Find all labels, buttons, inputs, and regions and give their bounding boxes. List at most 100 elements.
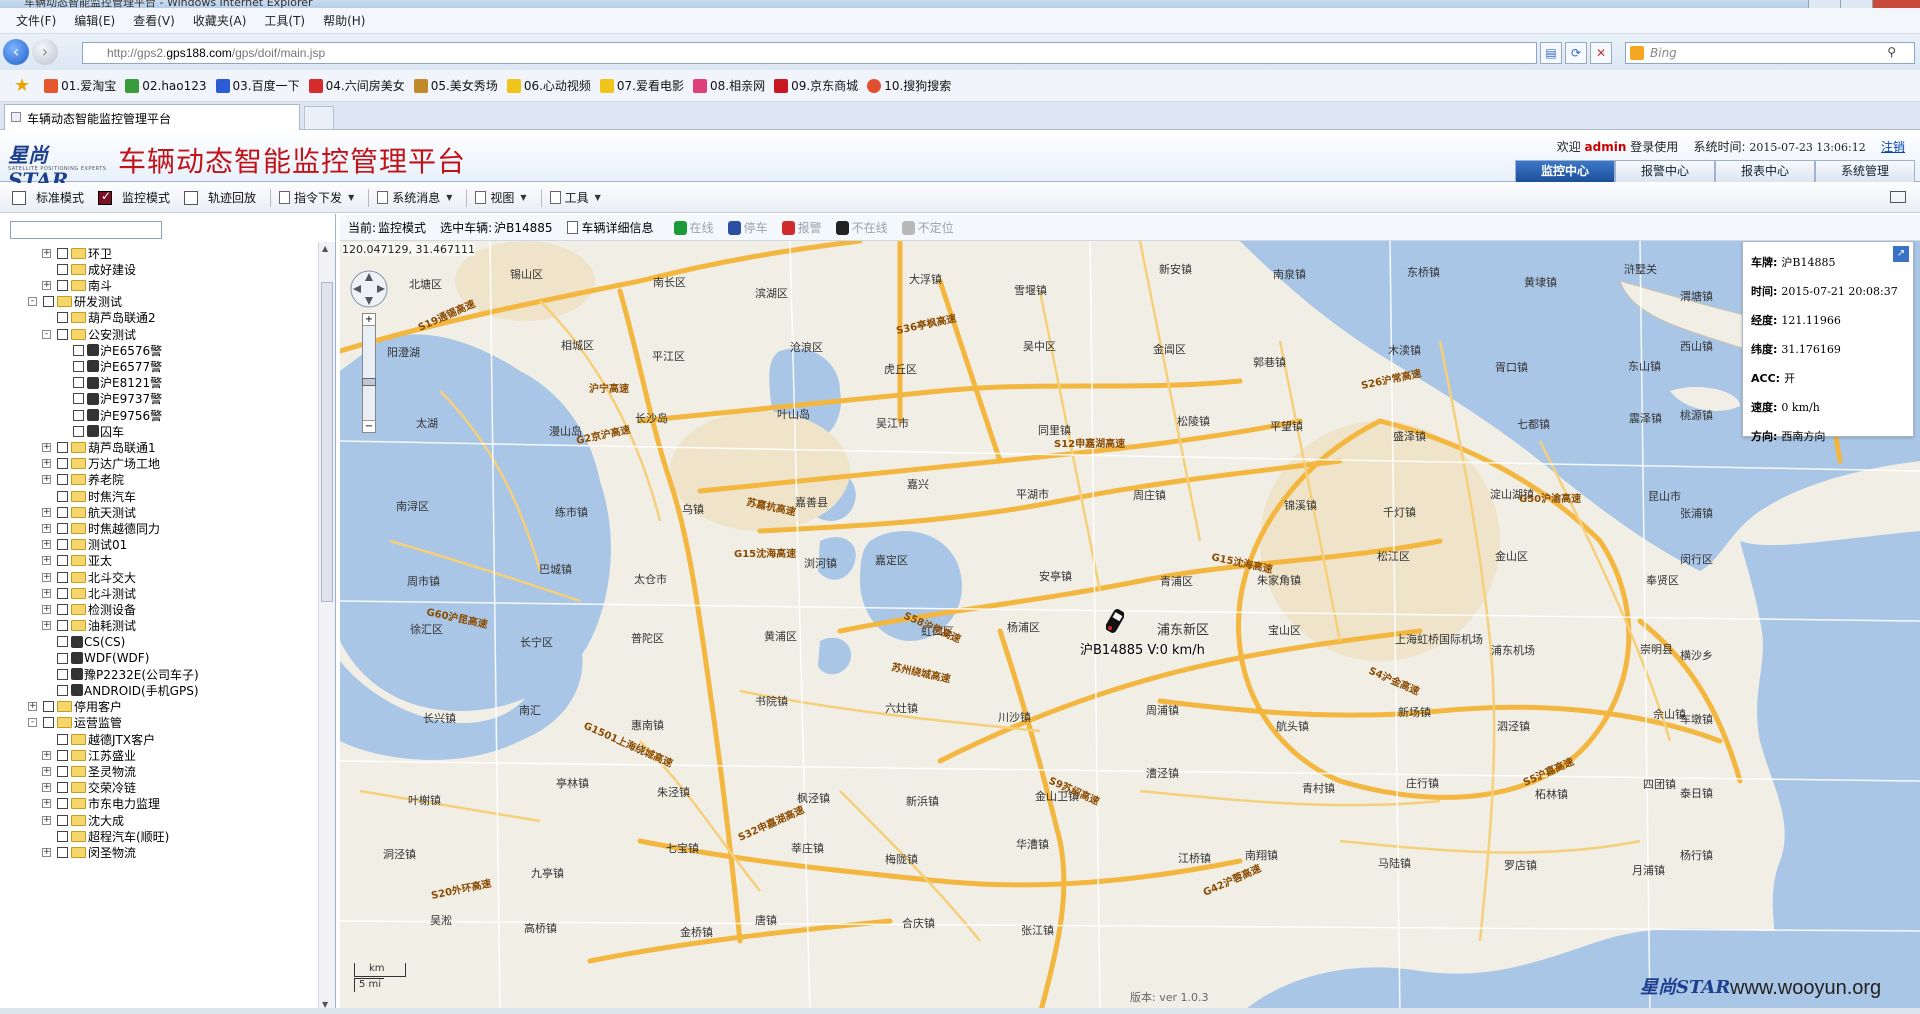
tree-checkbox[interactable] <box>57 749 68 761</box>
zoom-out-icon[interactable]: − <box>363 420 375 432</box>
tree-checkbox[interactable] <box>57 571 68 583</box>
monitor-mode-checkbox[interactable] <box>98 189 113 205</box>
tree-checkbox[interactable] <box>57 814 68 826</box>
map-pan-control[interactable] <box>348 269 390 309</box>
map-zoom-slider[interactable]: + − <box>362 313 376 433</box>
search-input[interactable]: Bing ⚲ <box>1625 42 1915 64</box>
tree-checkbox[interactable] <box>57 328 68 340</box>
favorite-item-hao123[interactable]: 02.hao123 <box>125 78 207 93</box>
tree-checkbox[interactable] <box>57 555 68 567</box>
menu-system-messages[interactable]: 系统消息 ▼ <box>377 189 452 206</box>
stop-icon[interactable]: ✕ <box>1590 42 1612 64</box>
tab-system-admin[interactable]: 系统管理 <box>1815 160 1915 182</box>
tab-report-center[interactable]: 报表中心 <box>1715 160 1815 182</box>
expand-plus-icon[interactable]: + <box>42 507 51 517</box>
close-window-button[interactable] <box>1872 0 1920 8</box>
tree-checkbox[interactable] <box>57 587 68 599</box>
favorite-item-xindong[interactable]: 06.心动视频 <box>506 77 591 94</box>
tree-checkbox[interactable] <box>43 717 54 729</box>
tree-search-input[interactable] <box>10 221 162 239</box>
tree-checkbox[interactable] <box>57 247 68 259</box>
tree-checkbox[interactable] <box>57 652 68 664</box>
expand-plus-icon[interactable]: + <box>42 459 51 469</box>
favorites-star-icon[interactable]: ★ <box>14 75 30 96</box>
tree-checkbox[interactable] <box>57 458 68 470</box>
mode-standard[interactable]: 标准模式 <box>12 189 84 206</box>
mode-track-playback[interactable]: 轨迹回放 <box>184 189 256 206</box>
expand-plus-icon[interactable]: + <box>42 750 51 760</box>
menu-file[interactable]: 文件(F) <box>16 12 56 29</box>
track-playback-checkbox[interactable] <box>184 190 199 205</box>
tree-checkbox[interactable] <box>43 701 54 713</box>
zoom-slider-knob[interactable] <box>362 378 376 386</box>
menu-tools[interactable]: 工具(T) <box>264 12 305 29</box>
tree-checkbox[interactable] <box>57 506 68 518</box>
expand-icon[interactable]: ↗ <box>1893 246 1909 262</box>
menu-help[interactable]: 帮助(H) <box>323 12 365 29</box>
expand-plus-icon[interactable]: + <box>42 621 51 631</box>
search-icon[interactable]: ⚲ <box>1887 45 1896 59</box>
expand-plus-icon[interactable]: + <box>42 799 51 809</box>
collapse-panel-icon[interactable] <box>1890 191 1906 203</box>
tree-checkbox[interactable] <box>57 636 68 648</box>
tree-checkbox[interactable] <box>57 312 68 324</box>
expand-plus-icon[interactable]: + <box>42 604 51 614</box>
expand-plus-icon[interactable]: + <box>42 572 51 582</box>
tree-checkbox[interactable] <box>57 490 68 502</box>
tree-checkbox[interactable] <box>57 684 68 696</box>
map-view[interactable]: 北塘区 锡山区 南长区 滨湖区 大浮镇 雪堰镇 新安镇 南泉镇 东桥镇 黄埭镇 浒墅关 渭塘镇 阳澄湖 相… <box>340 241 1920 1014</box>
refresh-icon[interactable]: ⟳ <box>1565 42 1587 64</box>
collapse-minus-icon[interactable]: - <box>42 329 51 339</box>
expand-plus-icon[interactable]: + <box>42 766 51 776</box>
tree-group-item[interactable]: + 闵圣物流 <box>42 843 136 861</box>
favorite-item-taobao[interactable]: 01.爱淘宝 <box>44 77 116 94</box>
tree-checkbox[interactable] <box>43 296 54 308</box>
tree-checkbox[interactable] <box>73 360 84 372</box>
tab-monitor-center[interactable]: 监控中心 <box>1515 160 1615 182</box>
expand-plus-icon[interactable]: + <box>42 556 51 566</box>
scroll-up-icon[interactable]: ▲ <box>322 244 328 253</box>
collapse-minus-icon[interactable]: - <box>28 297 37 307</box>
favorite-item-xiangqin[interactable]: 08.相亲网 <box>693 77 765 94</box>
menu-send-command[interactable]: 指令下发 ▼ <box>279 189 354 206</box>
vehicle-marker-icon[interactable] <box>1106 608 1124 634</box>
tree-checkbox[interactable] <box>57 603 68 615</box>
favorite-item-xiuchang[interactable]: 05.美女秀场 <box>413 77 498 94</box>
map-canvas[interactable]: 北塘区 锡山区南长区滨湖区 大浮镇雪堰镇 新安镇 南泉镇 东桥镇黄埭镇 浒墅关渭塘镇阳澄湖 相… <box>340 241 1920 1014</box>
tree-checkbox[interactable] <box>57 846 68 858</box>
expand-plus-icon[interactable]: + <box>42 540 51 550</box>
tree-checkbox[interactable] <box>57 263 68 275</box>
menu-tools-app[interactable]: 工具 ▼ <box>549 189 601 206</box>
back-button[interactable]: ‹ <box>3 39 29 65</box>
expand-plus-icon[interactable]: + <box>42 783 51 793</box>
tree-checkbox[interactable] <box>73 393 84 405</box>
menu-view[interactable]: 视图 ▼ <box>475 189 527 206</box>
forward-button[interactable]: › <box>32 39 58 65</box>
tree-checkbox[interactable] <box>57 522 68 534</box>
tree-checkbox[interactable] <box>57 441 68 453</box>
expand-plus-icon[interactable]: + <box>42 815 51 825</box>
tree-checkbox[interactable] <box>57 798 68 810</box>
tree-checkbox[interactable] <box>73 377 84 389</box>
menu-edit[interactable]: 编辑(E) <box>74 12 115 29</box>
tree-checkbox[interactable] <box>57 620 68 632</box>
favorite-item-jd[interactable]: 09.京东商城 <box>774 77 858 94</box>
collapse-minus-icon[interactable]: - <box>28 718 37 728</box>
url-input[interactable]: http://gps2.gps188.com/gps/doif/main.jsp <box>82 42 1537 64</box>
standard-mode-checkbox[interactable] <box>12 190 26 205</box>
tree-checkbox[interactable] <box>57 539 68 551</box>
expand-plus-icon[interactable]: + <box>42 280 51 290</box>
tree-checkbox[interactable] <box>57 279 68 291</box>
compat-view-icon[interactable]: ▤ <box>1540 42 1562 64</box>
logout-link[interactable]: 注销 <box>1881 140 1905 154</box>
tree-checkbox[interactable] <box>57 830 68 842</box>
tree-checkbox[interactable] <box>73 425 84 437</box>
menu-favorites[interactable]: 收藏夹(A) <box>193 12 247 29</box>
expand-plus-icon[interactable]: + <box>28 702 37 712</box>
expand-plus-icon[interactable]: + <box>42 475 51 485</box>
expand-plus-icon[interactable]: + <box>42 523 51 533</box>
tree-checkbox[interactable] <box>57 765 68 777</box>
maximize-button[interactable] <box>1840 0 1872 8</box>
expand-plus-icon[interactable]: + <box>42 588 51 598</box>
expand-plus-icon[interactable]: + <box>42 847 51 857</box>
